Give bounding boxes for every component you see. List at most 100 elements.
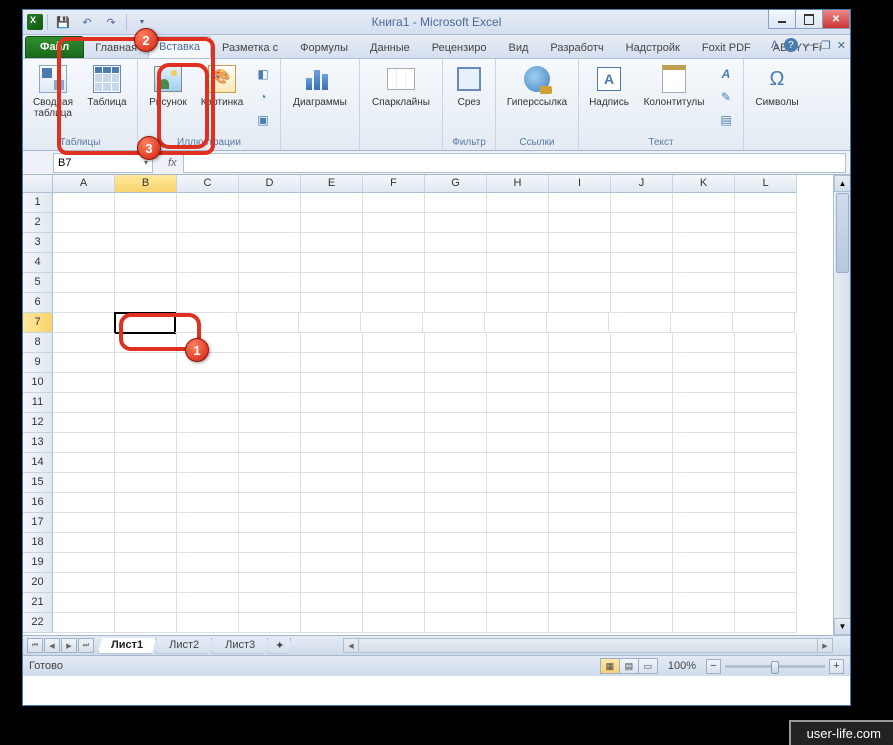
cell[interactable]	[611, 433, 673, 453]
cell[interactable]	[53, 213, 115, 233]
cell[interactable]	[53, 233, 115, 253]
zoom-in-button[interactable]: +	[829, 659, 844, 674]
cell[interactable]	[549, 473, 611, 493]
cell[interactable]	[425, 473, 487, 493]
cell[interactable]	[611, 473, 673, 493]
cell[interactable]	[363, 573, 425, 593]
redo-icon[interactable]: ↷	[100, 12, 122, 32]
cell[interactable]	[487, 273, 549, 293]
cell[interactable]	[487, 613, 549, 633]
cell[interactable]	[487, 453, 549, 473]
cell[interactable]	[673, 493, 735, 513]
cell[interactable]	[115, 273, 177, 293]
cell[interactable]	[611, 553, 673, 573]
cell[interactable]	[735, 213, 797, 233]
cell[interactable]	[301, 193, 363, 213]
row-header[interactable]: 10	[23, 373, 53, 393]
cell[interactable]	[425, 593, 487, 613]
column-header[interactable]: A	[53, 175, 115, 193]
object-icon[interactable]: ▤	[715, 109, 737, 131]
cell[interactable]	[177, 273, 239, 293]
cell[interactable]	[487, 533, 549, 553]
cell[interactable]	[363, 333, 425, 353]
cell[interactable]	[425, 353, 487, 373]
cell[interactable]	[177, 413, 239, 433]
charts-button[interactable]: Диаграммы	[285, 61, 355, 110]
cell[interactable]	[115, 613, 177, 633]
cell[interactable]	[609, 313, 671, 333]
cell[interactable]	[239, 433, 301, 453]
cell[interactable]	[115, 373, 177, 393]
column-header[interactable]: H	[487, 175, 549, 193]
cell[interactable]	[673, 513, 735, 533]
textbox-button[interactable]: A Надпись	[583, 61, 635, 110]
column-header[interactable]: D	[239, 175, 301, 193]
cell[interactable]	[735, 233, 797, 253]
row-header[interactable]: 21	[23, 593, 53, 613]
column-header[interactable]: F	[363, 175, 425, 193]
cell[interactable]	[301, 333, 363, 353]
cell[interactable]	[487, 233, 549, 253]
row-header[interactable]: 2	[23, 213, 53, 233]
cell[interactable]	[53, 613, 115, 633]
cell[interactable]	[53, 553, 115, 573]
cell[interactable]	[673, 253, 735, 273]
cell[interactable]	[175, 313, 237, 333]
cell[interactable]	[239, 333, 301, 353]
cell[interactable]	[425, 253, 487, 273]
page-layout-view-icon[interactable]: ▤	[619, 658, 639, 674]
cell[interactable]	[549, 193, 611, 213]
first-sheet-icon[interactable]: ⏮	[27, 638, 43, 653]
maximize-button[interactable]	[795, 10, 823, 29]
cell[interactable]	[363, 353, 425, 373]
cell[interactable]	[487, 473, 549, 493]
cell[interactable]	[239, 573, 301, 593]
cell[interactable]	[53, 473, 115, 493]
cell[interactable]	[611, 273, 673, 293]
cell[interactable]	[363, 293, 425, 313]
cell[interactable]	[53, 533, 115, 553]
column-header[interactable]: J	[611, 175, 673, 193]
cell[interactable]	[177, 213, 239, 233]
cell[interactable]	[301, 433, 363, 453]
cell[interactable]	[735, 433, 797, 453]
cell[interactable]	[53, 413, 115, 433]
column-header[interactable]: B	[115, 175, 177, 193]
cell[interactable]	[115, 293, 177, 313]
cell[interactable]	[549, 353, 611, 373]
cell[interactable]	[53, 373, 115, 393]
select-all-corner[interactable]	[23, 175, 53, 193]
cell[interactable]	[425, 513, 487, 533]
cell[interactable]	[735, 513, 797, 533]
row-header[interactable]: 3	[23, 233, 53, 253]
sparklines-button[interactable]: Спарклайны	[364, 61, 438, 110]
cell[interactable]	[301, 213, 363, 233]
cell[interactable]	[53, 353, 115, 373]
cell[interactable]	[549, 333, 611, 353]
cell[interactable]	[239, 613, 301, 633]
cell[interactable]	[53, 493, 115, 513]
scroll-right-icon[interactable]: ▶	[817, 639, 832, 652]
cell[interactable]	[239, 193, 301, 213]
cell[interactable]	[673, 553, 735, 573]
cell[interactable]	[547, 313, 609, 333]
cell[interactable]	[611, 373, 673, 393]
cell[interactable]	[53, 593, 115, 613]
cell[interactable]	[53, 253, 115, 273]
scroll-thumb[interactable]	[836, 193, 849, 273]
cell[interactable]	[549, 433, 611, 453]
row-header[interactable]: 6	[23, 293, 53, 313]
fx-icon[interactable]: fx	[168, 157, 177, 169]
cell[interactable]	[115, 393, 177, 413]
cell[interactable]	[487, 333, 549, 353]
hyperlink-button[interactable]: Гиперссылка	[500, 61, 574, 110]
pivot-table-button[interactable]: Сводная таблица	[27, 61, 79, 121]
cell[interactable]	[611, 353, 673, 373]
cell[interactable]	[425, 533, 487, 553]
doc-minimize-icon[interactable]: —	[804, 39, 815, 51]
close-button[interactable]	[822, 10, 850, 29]
column-header[interactable]: G	[425, 175, 487, 193]
cell[interactable]	[177, 233, 239, 253]
cell[interactable]	[301, 513, 363, 533]
normal-view-icon[interactable]: ▦	[600, 658, 620, 674]
